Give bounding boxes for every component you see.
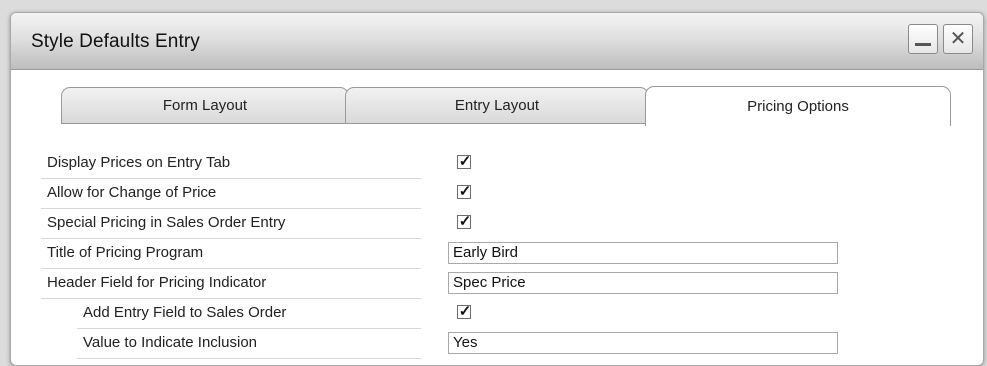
minimize-button[interactable]: [908, 24, 938, 54]
row-display-prices: Display Prices on Entry Tab ✓: [11, 149, 983, 179]
row-header-field: Header Field for Pricing Indicator Spec …: [11, 269, 983, 299]
row-value-indicate: Value to Indicate Inclusion Yes: [11, 329, 983, 359]
row-add-entry-field: Add Entry Field to Sales Order ✓: [11, 299, 983, 329]
tab-form-layout[interactable]: Form Layout: [61, 87, 349, 123]
close-button[interactable]: ✕: [943, 24, 973, 54]
add-entry-field-checkbox[interactable]: ✓: [457, 303, 472, 320]
minimize-icon: [915, 43, 931, 46]
display-prices-label: Display Prices on Entry Tab: [47, 154, 231, 171]
row-divider: [77, 358, 421, 359]
title-program-input[interactable]: Early Bird: [448, 242, 838, 264]
value-indicate-input[interactable]: Yes: [448, 332, 838, 354]
add-entry-field-label: Add Entry Field to Sales Order: [83, 304, 287, 321]
style-defaults-window: Style Defaults Entry ✕ Form Layout Entry…: [10, 12, 984, 366]
value-indicate-label: Value to Indicate Inclusion: [83, 334, 258, 351]
tab-entry-layout[interactable]: Entry Layout: [345, 87, 649, 123]
title-program-value: Early Bird: [453, 244, 519, 261]
row-special-pricing: Special Pricing in Sales Order Entry ✓: [11, 209, 983, 239]
header-field-label: Header Field for Pricing Indicator: [47, 274, 267, 291]
allow-change-label: Allow for Change of Price: [47, 184, 217, 201]
window-title: Style Defaults Entry: [31, 31, 200, 52]
value-indicate-value: Yes: [453, 334, 478, 351]
tab-bar: Form Layout Entry Layout Pricing Options: [11, 86, 983, 133]
checkmark-icon: ✓: [458, 303, 472, 320]
checkmark-icon: ✓: [458, 213, 472, 230]
display-prices-checkbox[interactable]: ✓: [457, 153, 472, 170]
header-field-input[interactable]: Spec Price: [448, 272, 838, 294]
row-title-program: Title of Pricing Program Early Bird: [11, 239, 983, 269]
special-pricing-checkbox[interactable]: ✓: [457, 213, 472, 230]
active-tab-gap: [646, 123, 950, 125]
title-program-label: Title of Pricing Program: [47, 244, 204, 261]
header-field-value: Spec Price: [453, 274, 526, 291]
checkmark-icon: ✓: [458, 183, 472, 200]
allow-change-checkbox[interactable]: ✓: [457, 183, 472, 200]
checkmark-icon: ✓: [458, 153, 472, 170]
close-icon: ✕: [949, 28, 967, 50]
title-bar[interactable]: Style Defaults Entry ✕: [11, 13, 983, 70]
row-allow-change: Allow for Change of Price ✓: [11, 179, 983, 209]
tab-pricing-options[interactable]: Pricing Options: [645, 86, 951, 126]
special-pricing-label: Special Pricing in Sales Order Entry: [47, 214, 286, 231]
